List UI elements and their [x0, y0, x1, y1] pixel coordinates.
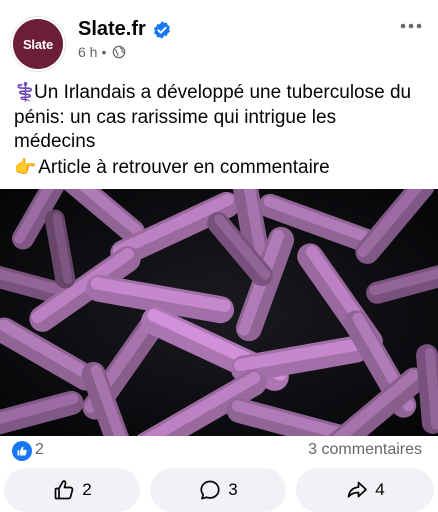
comment-bubble-icon — [200, 480, 220, 500]
bacteria-photo-icon — [0, 189, 438, 436]
post-image[interactable] — [0, 189, 438, 436]
comments-count[interactable]: 3 commentaires — [308, 441, 422, 459]
post-line-2: pénis: un cas rarissime qui intrigue les — [14, 106, 337, 128]
like-button[interactable]: 2 — [4, 468, 140, 512]
reactions-bar: 2 3 commentaires — [0, 436, 438, 468]
post-header: Slate Slate.fr 6 h • — [0, 0, 438, 74]
post-line-1: ⚕️Un Irlandais a développé une tuberculo… — [14, 80, 428, 106]
globe-icon — [113, 45, 126, 59]
reaction-count[interactable]: 2 — [35, 441, 44, 459]
avatar-label: Slate — [22, 36, 54, 52]
comment-count: 3 — [228, 480, 238, 499]
like-count: 2 — [82, 480, 92, 499]
page-name[interactable]: Slate.fr — [78, 18, 146, 41]
post-line-4: 👉 Article à retrouver en commentaire — [14, 155, 428, 181]
share-button[interactable]: 4 — [296, 468, 434, 512]
post-line-text: Un Irlandais a développé une tuberculose… — [34, 82, 412, 103]
thumbs-up-icon — [54, 480, 74, 500]
verified-badge-icon — [154, 21, 170, 39]
post-line-text: Article à retrouver en commentaire — [34, 156, 330, 178]
post-meta: 6 h • — [78, 44, 126, 60]
post-line-3: médecins — [14, 131, 96, 152]
post-text: ⚕️Un Irlandais a développé une tuberculo… — [14, 80, 428, 180]
action-bar: 2 3 4 — [0, 466, 438, 512]
slate-logo: Slate — [13, 19, 63, 69]
share-arrow-icon — [347, 481, 368, 498]
caduceus-emoji-icon: ⚕️ — [14, 82, 37, 102]
like-reaction-icon[interactable] — [12, 441, 32, 461]
post-time[interactable]: 6 h — [78, 44, 97, 60]
pointing-hand-emoji-icon: 👉 — [14, 156, 37, 177]
share-count: 4 — [375, 480, 385, 499]
more-options-icon[interactable] — [398, 16, 424, 36]
avatar[interactable]: Slate — [10, 16, 66, 72]
meta-separator: • — [101, 44, 107, 60]
comment-button[interactable]: 3 — [150, 468, 286, 512]
